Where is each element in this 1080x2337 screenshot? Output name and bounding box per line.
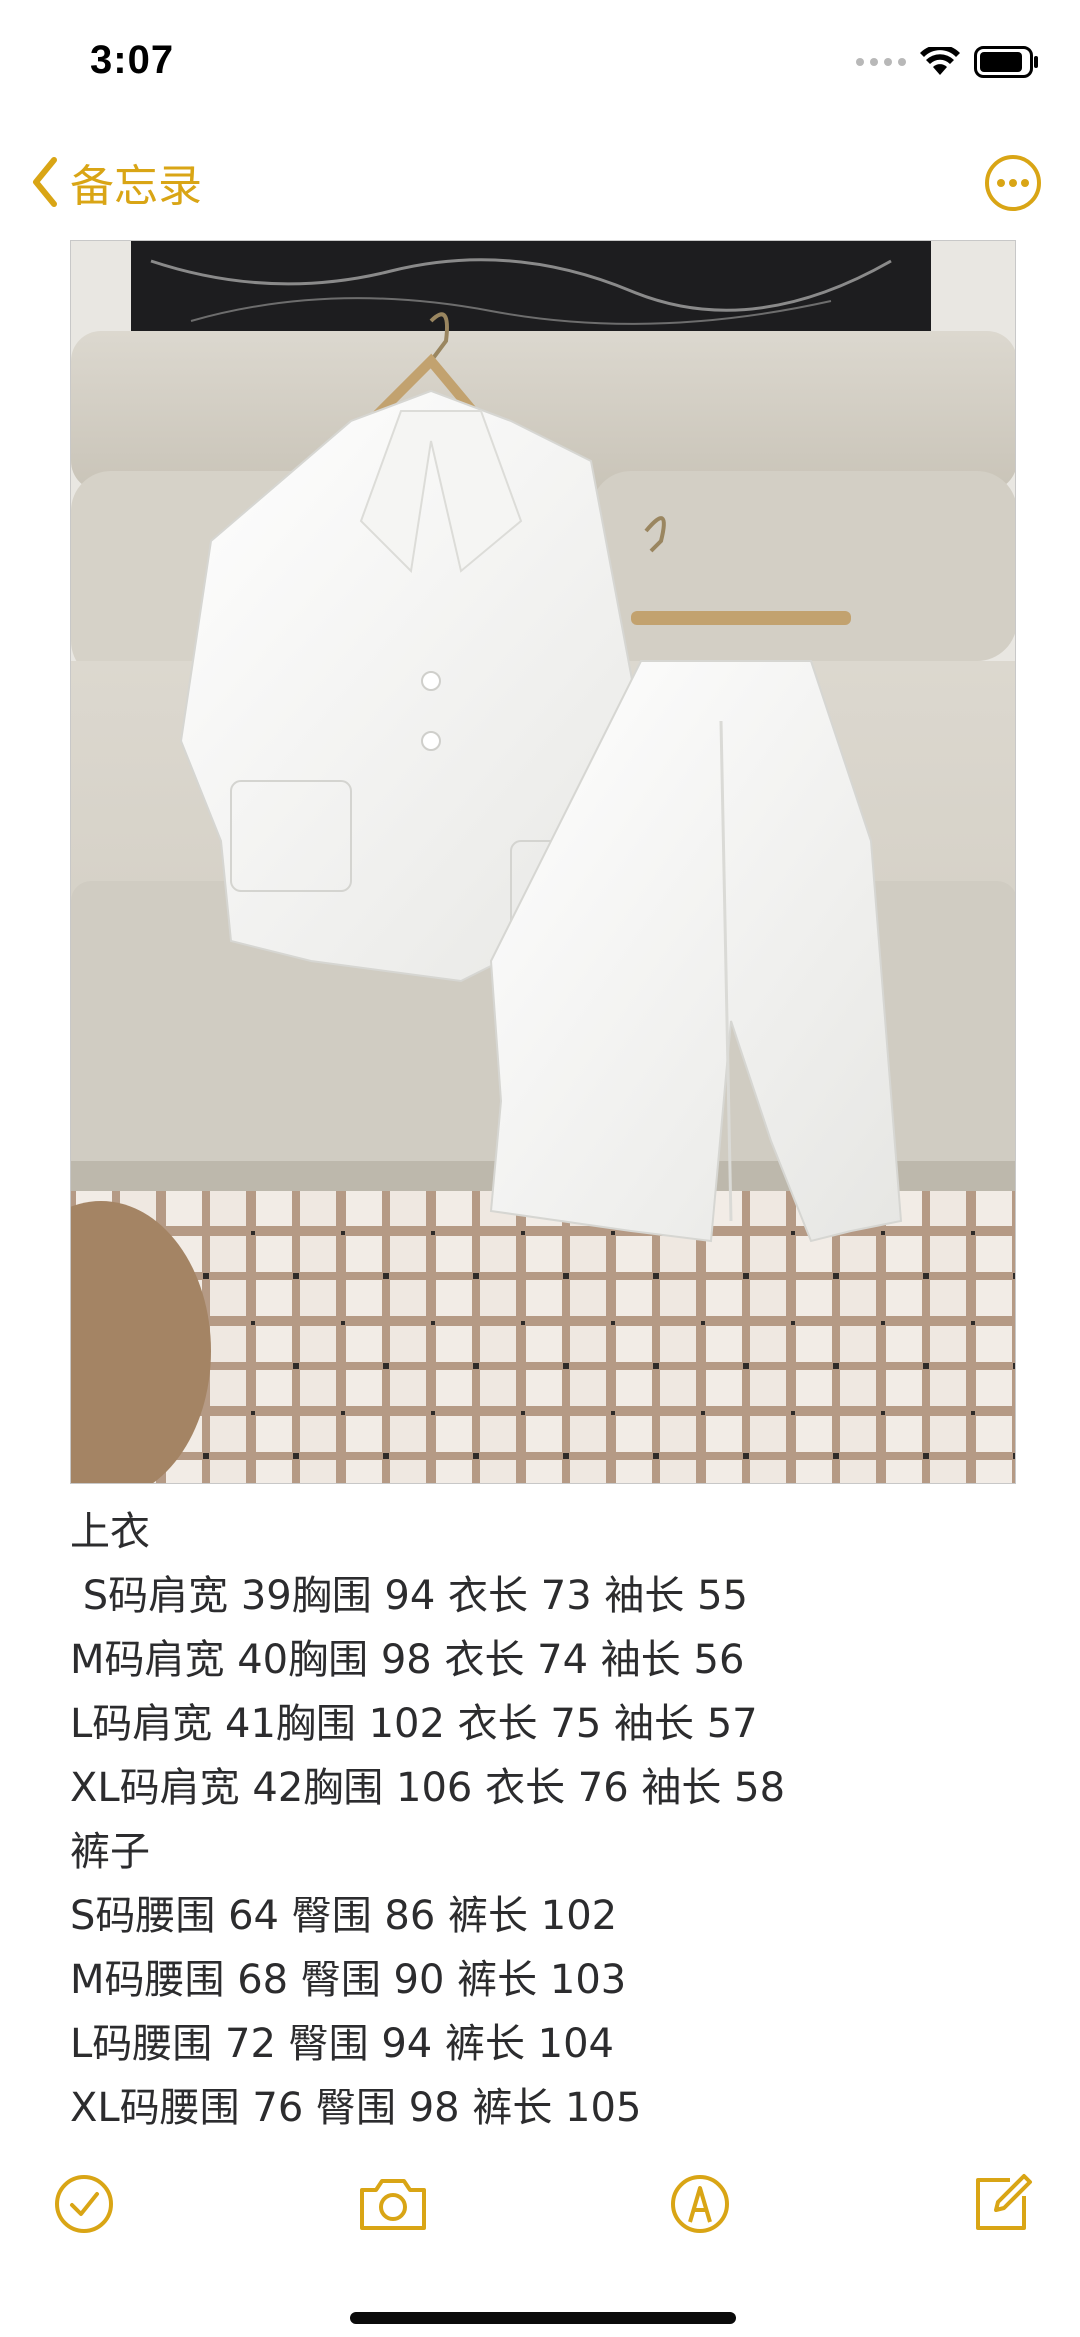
note-line: L码腰围 72 臀围 94 裤长 104 [70,2021,615,2067]
ellipsis-circle-icon[interactable] [984,154,1042,212]
home-indicator[interactable] [350,2312,736,2324]
note-body[interactable]: 上衣 S码肩宽 39胸围 94 衣长 73 袖长 55 M码肩宽 40胸围 98… [70,1500,1010,2140]
back-button[interactable]: 备忘录 [30,150,202,214]
checklist-icon[interactable] [50,2170,118,2238]
note-line: S码肩宽 39胸围 94 衣长 73 袖长 55 [70,1573,748,1619]
wifi-icon [920,47,960,75]
note-line: XL码肩宽 42胸围 106 衣长 76 袖长 58 [70,1765,786,1811]
note-photo[interactable] [70,240,1016,1484]
battery-icon [974,46,1038,78]
compose-icon[interactable] [966,2170,1034,2238]
chevron-left-icon [33,157,57,207]
bottom-toolbar [0,2160,1080,2250]
markup-pen-icon[interactable] [666,2170,734,2238]
note-line: XL码腰围 76 臀围 98 裤长 105 [70,2085,642,2131]
nav-bar: 备忘录 [0,140,1080,230]
back-label: 备忘录 [70,161,202,212]
status-icons [856,46,1040,78]
status-bar: 3:07 [0,0,1080,120]
photo-clothing-suit [71,241,1015,1483]
note-line: M码腰围 68 臀围 90 裤长 103 [70,1957,627,2003]
cellular-signal-icon [856,58,906,66]
status-time: 3:07 [90,38,175,82]
note-line: L码肩宽 41胸围 102 衣长 75 袖长 57 [70,1701,758,1747]
note-line-pants-heading: 裤子 [70,1829,150,1875]
camera-icon[interactable] [356,2170,430,2238]
note-line: S码腰围 64 臀围 86 裤长 102 [70,1893,618,1939]
note-line: M码肩宽 40胸围 98 衣长 74 袖长 56 [70,1637,745,1683]
note-line-top-heading: 上衣 [70,1509,150,1555]
